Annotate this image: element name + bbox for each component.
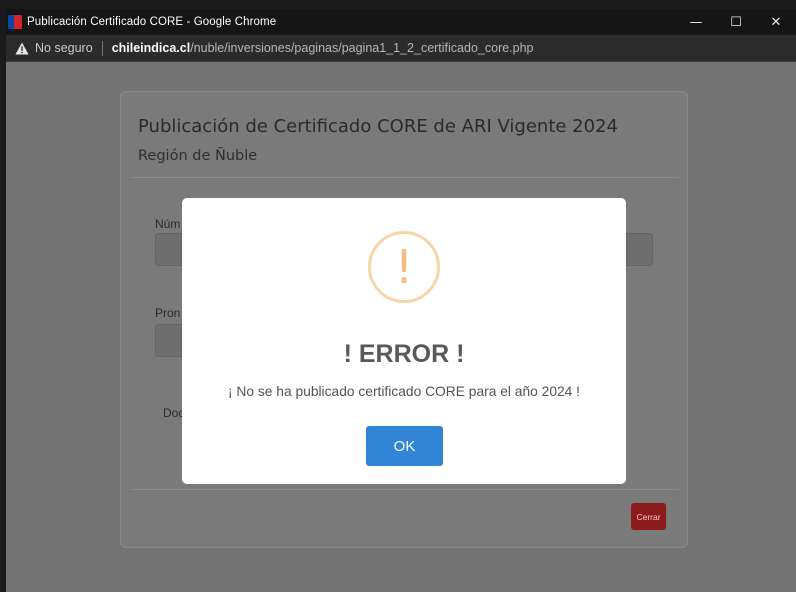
page-subtitle: Región de Ñuble bbox=[138, 148, 258, 164]
warning-triangle-icon[interactable] bbox=[15, 42, 29, 55]
error-dialog: ! ! ERROR ! ¡ No se ha publicado certifi… bbox=[182, 198, 626, 484]
window-title: Publicación Certificado CORE - Google Ch… bbox=[27, 16, 277, 28]
field-label-pronunciamiento: Pron bbox=[155, 306, 181, 320]
url-host[interactable]: chileindica.cl bbox=[112, 41, 191, 55]
close-window-button[interactable]: ✕ bbox=[756, 9, 796, 35]
browser-window: Publicación Certificado CORE - Google Ch… bbox=[6, 9, 796, 592]
page-title: Publicación de Certificado CORE de ARI V… bbox=[138, 116, 618, 137]
url-path[interactable]: /nuble/inversiones/paginas/pagina1_1_2_c… bbox=[190, 41, 533, 55]
error-message: ¡ No se ha publicado certificado CORE pa… bbox=[227, 384, 581, 399]
address-separator bbox=[101, 40, 103, 56]
page-viewport: Publicación de Certificado CORE de ARI V… bbox=[6, 62, 796, 592]
error-title: ! ERROR ! bbox=[343, 340, 465, 368]
warning-icon: ! bbox=[368, 231, 440, 303]
ok-button[interactable]: OK bbox=[366, 426, 443, 466]
footer-divider bbox=[131, 489, 679, 490]
security-label[interactable]: No seguro bbox=[35, 41, 93, 55]
address-bar[interactable]: No seguro chileindica.cl /nuble/inversio… bbox=[6, 35, 796, 62]
title-bar: Publicación Certificado CORE - Google Ch… bbox=[6, 9, 796, 35]
maximize-button[interactable]: ☐ bbox=[716, 9, 756, 35]
site-favicon-icon bbox=[8, 15, 22, 29]
field-label-numero: Núm bbox=[155, 217, 181, 231]
window-controls: — ☐ ✕ bbox=[676, 9, 796, 35]
minimize-button[interactable]: — bbox=[676, 9, 716, 35]
cerrar-button[interactable]: Cerrar bbox=[631, 503, 666, 530]
header-divider bbox=[131, 177, 679, 178]
